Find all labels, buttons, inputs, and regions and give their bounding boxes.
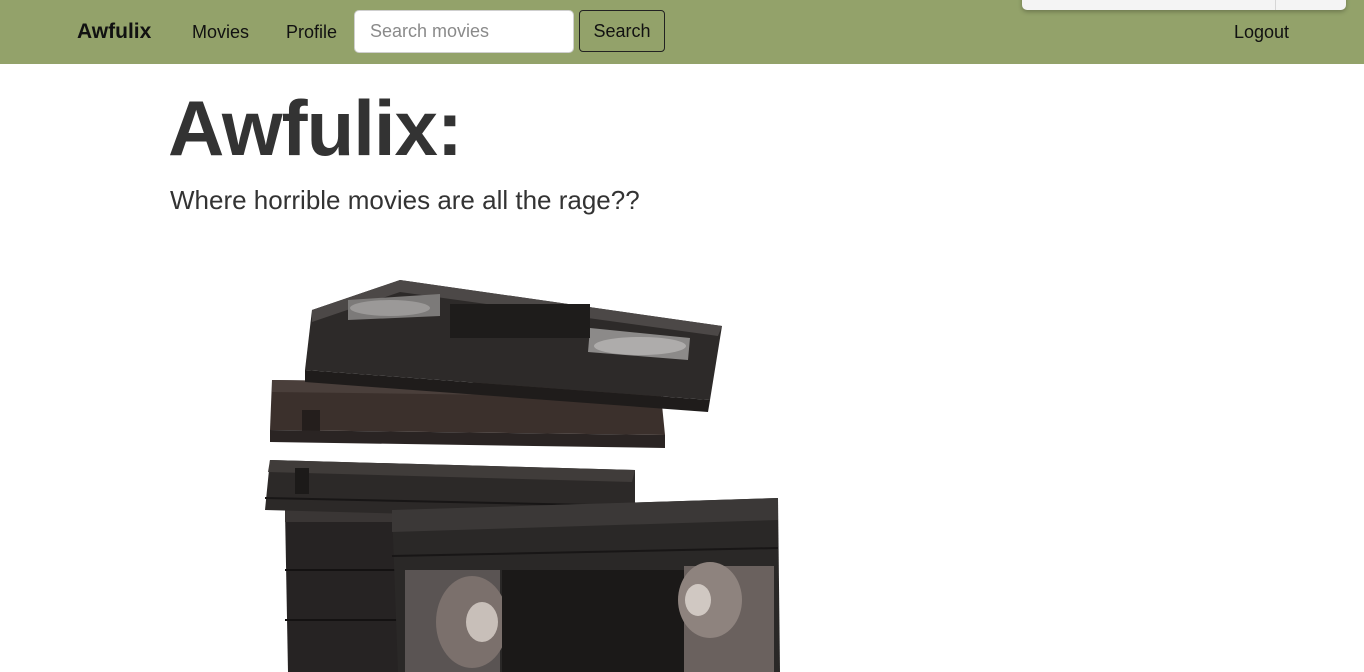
tape-front xyxy=(391,498,780,672)
page-title: Awfulix: xyxy=(168,84,463,172)
vhs-tapes-image xyxy=(264,280,780,672)
overlay-divider xyxy=(1275,0,1276,10)
tape-stack-back xyxy=(285,510,400,672)
nav-movies-link[interactable]: Movies xyxy=(192,21,249,43)
nav-profile-link[interactable]: Profile xyxy=(286,21,337,43)
search-button[interactable]: Search xyxy=(579,10,665,52)
logout-link[interactable]: Logout xyxy=(1234,21,1289,43)
tagline: Where horrible movies are all the rage?? xyxy=(170,185,640,215)
brand-link[interactable]: Awfulix xyxy=(77,19,151,45)
overlay-popup xyxy=(1022,0,1346,10)
search-input[interactable] xyxy=(354,10,574,53)
